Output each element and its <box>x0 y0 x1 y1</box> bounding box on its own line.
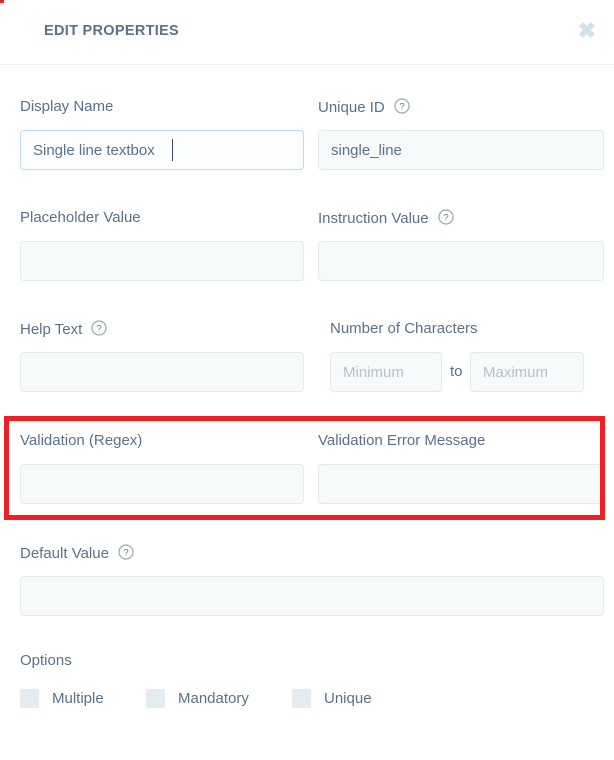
unique-id-input[interactable] <box>318 130 604 170</box>
instruction-value-label: Instruction Value ? <box>318 209 454 227</box>
checkbox-multiple[interactable]: Multiple <box>20 688 104 708</box>
help-text-input[interactable] <box>20 352 304 392</box>
display-name-label: Display Name <box>20 98 114 115</box>
question-circle-icon[interactable]: ? <box>91 320 108 336</box>
display-name-input[interactable] <box>20 130 304 170</box>
instruction-value-input[interactable] <box>318 241 604 281</box>
svg-text:?: ? <box>123 548 128 559</box>
checkbox-box-icon[interactable] <box>20 688 39 708</box>
svg-text:?: ? <box>399 102 404 113</box>
validation-error-message-label: Validation Error Message <box>318 432 486 449</box>
question-circle-icon[interactable]: ? <box>438 209 454 225</box>
checkbox-box-icon[interactable] <box>292 688 311 708</box>
page-title: EDIT PROPERTIES <box>44 23 180 39</box>
question-circle-icon[interactable]: ? <box>394 98 410 114</box>
number-of-characters-label: Number of Characters <box>330 320 478 337</box>
close-icon[interactable]: ✖ <box>574 18 600 44</box>
validation-regex-input[interactable] <box>20 464 304 504</box>
placeholder-value-label: Placeholder Value <box>20 209 141 226</box>
checkbox-unique-label: Unique <box>324 689 372 707</box>
svg-text:?: ? <box>443 213 448 224</box>
checkbox-mandatory[interactable]: Mandatory <box>146 688 249 708</box>
modal-header: EDIT PROPERTIES ✖ <box>0 0 614 65</box>
default-value-input[interactable] <box>20 576 604 616</box>
checkbox-multiple-label: Multiple <box>52 689 104 707</box>
default-value-label: Default Value ? <box>20 544 134 562</box>
validation-regex-label: Validation (Regex) <box>20 432 143 449</box>
validation-error-message-input[interactable] <box>318 464 604 504</box>
text-caret <box>172 139 173 161</box>
placeholder-value-input[interactable] <box>20 241 304 281</box>
range-separator: to <box>450 363 463 380</box>
options-label: Options <box>20 652 72 669</box>
maximum-characters-input[interactable] <box>470 352 584 392</box>
checkbox-unique[interactable]: Unique <box>292 688 372 708</box>
checkbox-box-icon[interactable] <box>146 688 165 708</box>
help-text-label: Help Text ? <box>20 320 108 338</box>
question-circle-icon[interactable]: ? <box>118 544 134 560</box>
checkbox-mandatory-label: Mandatory <box>178 689 249 707</box>
svg-text:?: ? <box>97 324 102 335</box>
minimum-characters-input[interactable] <box>330 352 442 392</box>
unique-id-label: Unique ID ? <box>318 98 410 116</box>
